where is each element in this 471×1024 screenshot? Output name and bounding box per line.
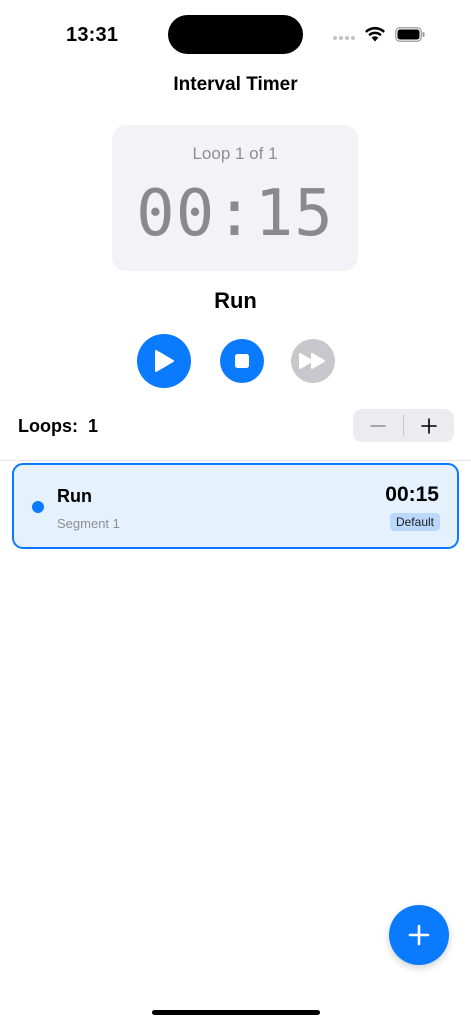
loops-stepper [353,409,454,442]
minus-icon [370,424,386,427]
stop-icon [235,354,249,368]
divider [0,460,471,461]
default-badge: Default [389,513,440,531]
decrement-button[interactable] [353,409,403,442]
segment-title: Run [57,486,92,506]
loops-value: 1 [88,416,99,436]
list-item[interactable]: Run Segment 1 00:15 Default [12,463,459,549]
stop-button[interactable] [220,339,264,383]
loops-label: Loops: [18,416,78,436]
play-button[interactable] [137,334,191,388]
cellular-signal-icon [333,36,355,40]
plus-icon [421,417,437,434]
loop-counter: Loop 1 of 1 [192,144,278,163]
skip-forward-button[interactable] [291,339,335,383]
current-segment-name: Run [214,288,257,313]
segment-duration: 00:15 [385,483,439,506]
play-icon [155,350,174,372]
active-indicator-dot [32,501,44,513]
timer-card: Loop 1 of 1 00:15 [112,125,358,271]
add-segment-button[interactable] [389,905,449,965]
plus-icon [408,924,430,946]
skip-forward-icon [299,353,325,369]
loops-row: Loops: 1 [18,416,98,437]
home-indicator[interactable] [152,1010,320,1015]
status-time: 13:31 [66,24,119,46]
battery-icon [395,27,425,42]
timer-display: 00:15 [136,177,334,251]
increment-button[interactable] [404,409,454,442]
wifi-icon [365,26,385,42]
page-title: Interval Timer [173,74,298,95]
segment-subtitle: Segment 1 [57,516,120,531]
dynamic-island [168,15,303,54]
